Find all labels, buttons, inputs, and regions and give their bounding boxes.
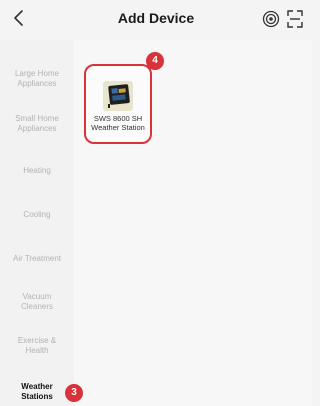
step-badge-4: 4 — [146, 52, 164, 70]
category-label: Large Home Appliances — [14, 69, 60, 88]
category-label: Weather Stations — [21, 382, 53, 401]
category-cooling[interactable]: Cooling — [0, 210, 74, 220]
category-label: Exercise & Health — [17, 336, 57, 355]
category-vacuum-cleaners[interactable]: Vacuum Cleaners — [0, 292, 74, 312]
step-badge-3: 3 — [65, 384, 83, 402]
category-label: Heating — [23, 166, 51, 175]
header: Add Device — [0, 0, 312, 40]
device-card[interactable]: SWS 8600 SH Weather Station — [84, 64, 152, 144]
nearby-scan-icon[interactable] — [262, 10, 280, 28]
category-small-home-appliances[interactable]: Small Home Appliances — [0, 114, 74, 134]
device-name: SWS 8600 SH Weather Station — [91, 114, 145, 132]
category-label: Air Treatment — [12, 254, 61, 263]
category-exercise-health[interactable]: Exercise & Health — [0, 336, 74, 356]
category-label: Cooling — [23, 210, 51, 219]
category-air-treatment[interactable]: Air Treatment — [0, 254, 74, 264]
qr-scan-icon[interactable] — [287, 10, 303, 28]
category-large-home-appliances[interactable]: Large Home Appliances — [0, 69, 74, 89]
category-label: Vacuum Cleaners — [20, 292, 53, 311]
category-heating[interactable]: Heating — [0, 166, 74, 176]
category-label: Small Home Appliances — [15, 114, 59, 133]
category-sidebar: Large Home Appliances Small Home Applian… — [0, 40, 74, 406]
weather-station-device-image — [103, 81, 133, 111]
category-weather-stations[interactable]: Weather Stations — [0, 382, 74, 402]
